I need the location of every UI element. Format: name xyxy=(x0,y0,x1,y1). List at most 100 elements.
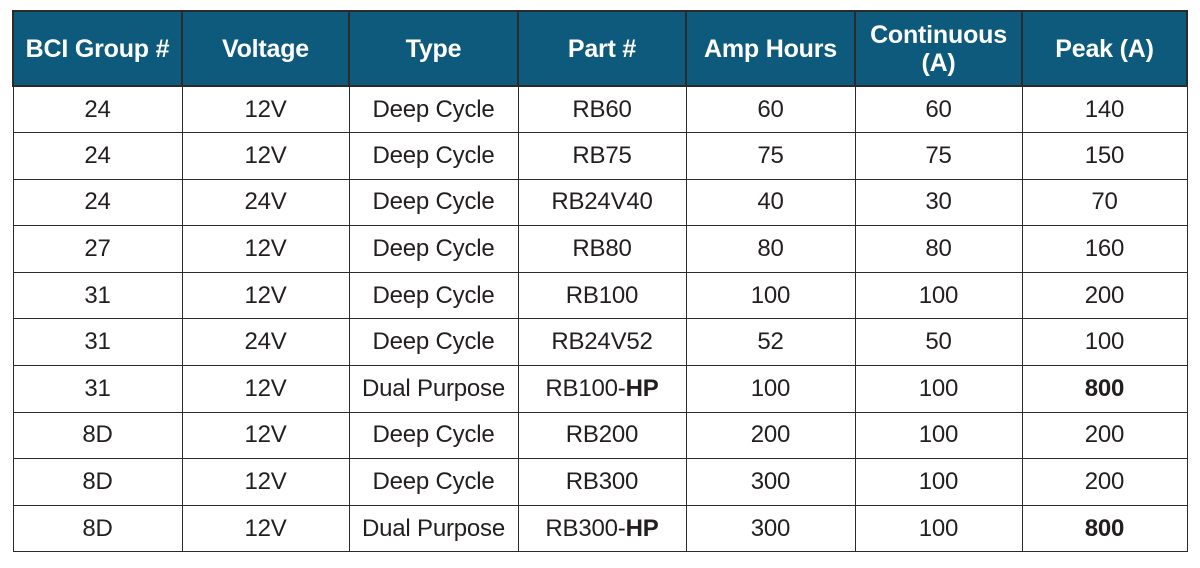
table-row: 8D 12V Deep Cycle RB200 200 100 200 xyxy=(12,411,1188,460)
table-row: 31 24V Deep Cycle RB24V52 52 50 100 xyxy=(12,318,1188,367)
cell-bci-group: 8D xyxy=(12,411,183,460)
cell-continuous-amps: 100 xyxy=(854,365,1023,413)
cell-voltage: 12V xyxy=(181,365,350,413)
cell-part-number: RB75 xyxy=(517,132,687,180)
cell-part-number: RB300-HP xyxy=(517,504,687,553)
part-number-base: RB300 xyxy=(565,468,639,496)
table-header-row: BCI Group # Voltage Type Part # Amp Hour… xyxy=(12,10,1188,87)
cell-peak-amps: 150 xyxy=(1021,132,1188,180)
cell-amp-hours: 80 xyxy=(685,225,856,273)
cell-bci-group: 31 xyxy=(12,271,183,320)
cell-continuous-amps: 100 xyxy=(854,458,1023,506)
cell-peak-amps: 200 xyxy=(1021,271,1188,320)
table-body: 24 12V Deep Cycle RB60 60 60 140 24 12V Deep Cycl… xyxy=(12,85,1188,553)
cell-peak-amps: 70 xyxy=(1021,178,1188,227)
table-row: 24 12V Deep Cycle RB75 75 75 150 xyxy=(12,132,1188,180)
cell-amp-hours: 60 xyxy=(685,85,856,134)
cell-continuous-amps: 100 xyxy=(854,411,1023,460)
cell-part-number: RB100-HP xyxy=(517,365,687,413)
cell-bci-group: 31 xyxy=(12,365,183,413)
column-header-peak-amps: Peak (A) xyxy=(1021,10,1188,87)
cell-voltage: 12V xyxy=(181,85,350,134)
part-number-base: RB24V52 xyxy=(551,328,653,356)
cell-amp-hours: 100 xyxy=(685,365,856,413)
table-row: 31 12V Dual Purpose RB100-HP 100 100 800 xyxy=(12,365,1188,413)
cell-bci-group: 31 xyxy=(12,318,183,367)
cell-type: Deep Cycle xyxy=(348,178,519,227)
cell-type: Dual Purpose xyxy=(348,504,519,553)
part-number-base: RB100- xyxy=(545,374,626,402)
cell-voltage: 12V xyxy=(181,504,350,553)
cell-amp-hours: 52 xyxy=(685,318,856,367)
column-header-amp-hours: Amp Hours xyxy=(685,10,856,87)
cell-type: Deep Cycle xyxy=(348,271,519,320)
cell-peak-amps: 100 xyxy=(1021,318,1188,367)
cell-type: Dual Purpose xyxy=(348,365,519,413)
column-header-continuous-amps: Continuous (A) xyxy=(854,10,1023,87)
cell-continuous-amps: 80 xyxy=(854,225,1023,273)
cell-amp-hours: 200 xyxy=(685,411,856,460)
part-number-base: RB100 xyxy=(565,281,639,309)
cell-part-number: RB80 xyxy=(517,225,687,273)
cell-continuous-amps: 30 xyxy=(854,178,1023,227)
cell-voltage: 12V xyxy=(181,132,350,180)
cell-type: Deep Cycle xyxy=(348,225,519,273)
table-row: 8D 12V Dual Purpose RB300-HP 300 100 800 xyxy=(12,504,1188,553)
cell-part-number: RB100 xyxy=(517,271,687,320)
column-header-type: Type xyxy=(348,10,519,87)
cell-bci-group: 27 xyxy=(12,225,183,273)
table-row: 27 12V Deep Cycle RB80 80 80 160 xyxy=(12,225,1188,273)
battery-spec-table-container: BCI Group # Voltage Type Part # Amp Hour… xyxy=(12,10,1188,553)
part-number-base: RB300- xyxy=(545,514,626,542)
cell-voltage: 24V xyxy=(181,178,350,227)
table-row: 31 12V Deep Cycle RB100 100 100 200 xyxy=(12,271,1188,320)
battery-specifications-table: BCI Group # Voltage Type Part # Amp Hour… xyxy=(12,10,1188,553)
cell-voltage: 12V xyxy=(181,411,350,460)
part-number-base: RB80 xyxy=(572,235,632,263)
table-header: BCI Group # Voltage Type Part # Amp Hour… xyxy=(12,10,1188,87)
cell-peak-amps: 800 xyxy=(1021,504,1188,553)
part-number-base: RB75 xyxy=(572,141,632,169)
part-number-base: RB60 xyxy=(572,95,632,123)
cell-part-number: RB200 xyxy=(517,411,687,460)
column-header-bci-group: BCI Group # xyxy=(12,10,183,87)
column-header-part-number: Part # xyxy=(517,10,687,87)
cell-peak-amps: 200 xyxy=(1021,411,1188,460)
cell-part-number: RB24V40 xyxy=(517,178,687,227)
cell-voltage: 12V xyxy=(181,271,350,320)
cell-type: Deep Cycle xyxy=(348,411,519,460)
cell-part-number: RB24V52 xyxy=(517,318,687,367)
cell-voltage: 24V xyxy=(181,318,350,367)
cell-continuous-amps: 50 xyxy=(854,318,1023,367)
cell-peak-amps: 200 xyxy=(1021,458,1188,506)
table-row: 8D 12V Deep Cycle RB300 300 100 200 xyxy=(12,458,1188,506)
cell-type: Deep Cycle xyxy=(348,458,519,506)
cell-type: Deep Cycle xyxy=(348,85,519,134)
part-number-suffix: HP xyxy=(625,374,659,402)
part-number-suffix: HP xyxy=(625,514,659,542)
cell-peak-amps: 160 xyxy=(1021,225,1188,273)
table-row: 24 24V Deep Cycle RB24V40 40 30 70 xyxy=(12,178,1188,227)
cell-voltage: 12V xyxy=(181,458,350,506)
cell-amp-hours: 300 xyxy=(685,504,856,553)
cell-part-number: RB60 xyxy=(517,85,687,134)
part-number-base: RB24V40 xyxy=(551,188,653,216)
cell-type: Deep Cycle xyxy=(348,132,519,180)
cell-bci-group: 8D xyxy=(12,458,183,506)
cell-amp-hours: 40 xyxy=(685,178,856,227)
table-row: 24 12V Deep Cycle RB60 60 60 140 xyxy=(12,85,1188,134)
cell-type: Deep Cycle xyxy=(348,318,519,367)
cell-part-number: RB300 xyxy=(517,458,687,506)
cell-bci-group: 8D xyxy=(12,504,183,553)
cell-continuous-amps: 60 xyxy=(854,85,1023,134)
cell-peak-amps: 800 xyxy=(1021,365,1188,413)
cell-voltage: 12V xyxy=(181,225,350,273)
cell-continuous-amps: 75 xyxy=(854,132,1023,180)
cell-amp-hours: 100 xyxy=(685,271,856,320)
cell-bci-group: 24 xyxy=(12,85,183,134)
cell-continuous-amps: 100 xyxy=(854,504,1023,553)
cell-bci-group: 24 xyxy=(12,178,183,227)
cell-continuous-amps: 100 xyxy=(854,271,1023,320)
cell-bci-group: 24 xyxy=(12,132,183,180)
cell-amp-hours: 75 xyxy=(685,132,856,180)
